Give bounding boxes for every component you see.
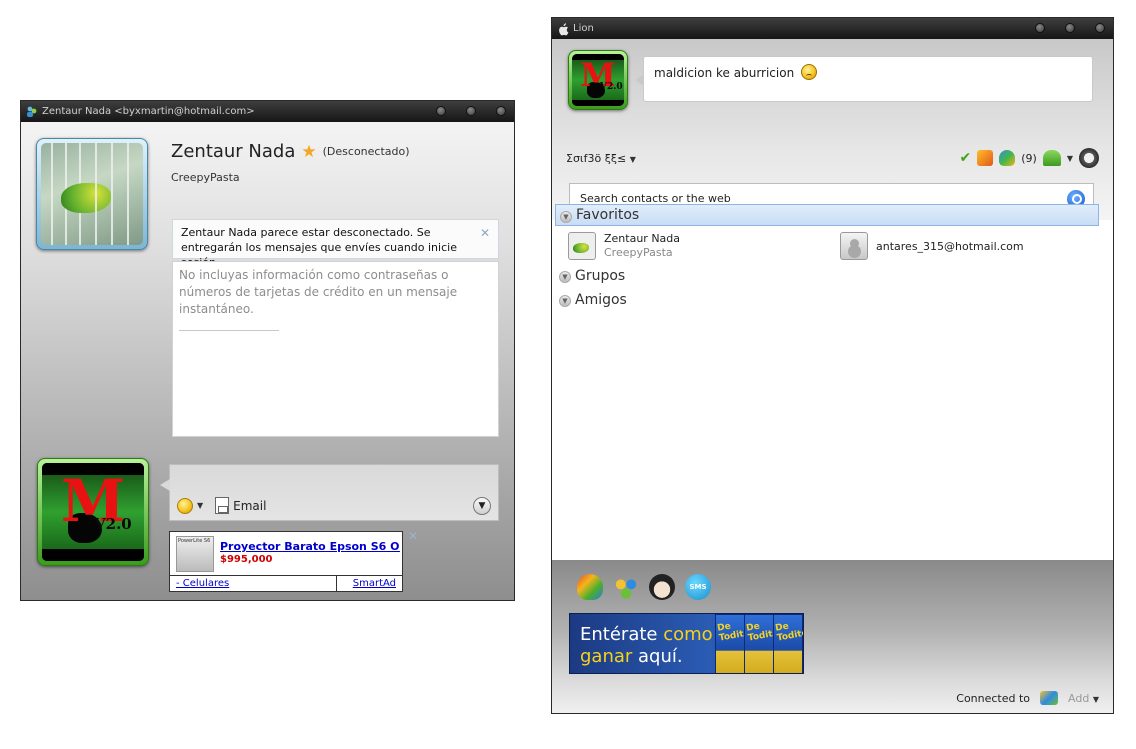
add-contact-icon[interactable]: [1042, 150, 1061, 166]
connection-status: Connected to Add ▼: [956, 691, 1099, 705]
avatar-face-icon[interactable]: [649, 574, 675, 600]
banner-line2-b: aquí.: [638, 646, 683, 667]
group-amigos[interactable]: ▼ Amigos: [555, 289, 1099, 311]
group-favoritos[interactable]: ▼ Favoritos: [555, 204, 1099, 226]
status-name-menu[interactable]: Σσιf3ö ξξ≤ ▼: [566, 152, 636, 165]
refresh-icon[interactable]: [1079, 148, 1099, 168]
ad-close-icon[interactable]: ✕: [408, 529, 418, 543]
close-icon[interactable]: ✕: [480, 226, 490, 241]
minimize-button[interactable]: [1035, 23, 1045, 33]
avatar-version: V2.0: [94, 515, 132, 533]
contact-item-antares[interactable]: antares_315@hotmail.com: [840, 232, 1024, 260]
contact-item-zentaur[interactable]: Zentaur Nada CreepyPasta: [568, 232, 680, 260]
m-logo-picture: M V2.0: [42, 463, 144, 561]
contact-status: (Desconectado): [322, 145, 410, 158]
close-button[interactable]: [1095, 23, 1105, 33]
conversation-title: Zentaur Nada <byxmartin@hotmail.com>: [42, 106, 255, 117]
email-button-label[interactable]: Email: [233, 499, 266, 513]
promo-banner[interactable]: Entérate como ganar aquí. De Todito De T…: [569, 613, 804, 674]
banner-line1-b: como: [663, 624, 713, 645]
contact-list-title: Lion: [573, 23, 594, 34]
conversation-window: Zentaur Nada <byxmartin@hotmail.com> Zen…: [20, 100, 515, 601]
display-name: Σσιf3ö ξξ≤: [566, 152, 627, 165]
personal-message: maldicion ke aburricion: [654, 66, 795, 80]
sad-face-icon: [801, 64, 818, 80]
chevron-down-icon[interactable]: ▼: [197, 501, 203, 510]
sms-icon[interactable]: SMS: [685, 574, 711, 600]
network-icon[interactable]: [1040, 691, 1059, 705]
spaces-icon[interactable]: [613, 574, 639, 600]
add-button[interactable]: Add ▼: [1068, 692, 1099, 705]
projector-thumbnail: PowerLite S6: [176, 536, 214, 572]
ad-footer: - Celulares SmartAd: [170, 575, 402, 591]
snack-bag-image: De Todito: [744, 614, 780, 673]
group-label: Amigos: [575, 292, 627, 308]
maximize-button[interactable]: [466, 106, 476, 116]
contact-name: antares_315@hotmail.com: [876, 239, 1024, 253]
chevron-down-icon[interactable]: ▼: [559, 271, 571, 283]
snack-bag-image: De Todito: [773, 614, 803, 673]
contact-list-titlebar[interactable]: Lion: [552, 18, 1113, 39]
ad-title-link[interactable]: Proyector Barato Epson S6 O Ex...: [220, 540, 400, 553]
conversation-titlebar[interactable]: Zentaur Nada <byxmartin@hotmail.com>: [21, 101, 514, 122]
my-display-picture[interactable]: M V2.0: [37, 458, 149, 566]
security-warning: No incluyas información como contraseñas…: [179, 268, 458, 316]
close-button[interactable]: [496, 106, 506, 116]
profile-header: M V2.0 maldicion ke aburricion Σσιf3ö ξξ…: [552, 39, 1113, 220]
group-grupos[interactable]: ▼ Grupos: [555, 265, 1099, 287]
email-count[interactable]: (9): [1021, 152, 1037, 165]
star-icon[interactable]: ★: [301, 142, 316, 162]
default-user-avatar-icon: [840, 232, 868, 260]
banner-line2-a: ganar: [580, 646, 633, 667]
message-compose-area[interactable]: ▼ Email ▼: [160, 464, 499, 521]
banner-text: Entérate como ganar aquí.: [580, 624, 713, 668]
contact-personal-message: CreepyPasta: [171, 171, 240, 184]
m-logo-picture: M V2.0: [572, 54, 624, 106]
contact-psm: CreepyPasta: [604, 246, 673, 259]
contact-list-window: Lion M V2.0 maldicion ke aburricion Σσιf…: [551, 17, 1114, 714]
msn-butterfly-icon[interactable]: [999, 150, 1016, 166]
email-icon[interactable]: [215, 497, 230, 514]
contact-name: Zentaur Nada: [171, 141, 296, 162]
snack-bag-image: De Todito: [715, 614, 751, 673]
chevron-down-icon[interactable]: ▼: [1067, 154, 1073, 163]
compose-toolbar: ▼ Email: [177, 497, 266, 514]
contact-name: Zentaur Nada: [604, 232, 681, 245]
group-label: Favoritos: [576, 207, 640, 223]
history-divider: [179, 330, 279, 331]
maximize-button[interactable]: [1065, 23, 1075, 33]
contact-list-footer: SMS Entérate como ganar aquí. De Todito …: [552, 560, 1113, 713]
emoticon-icon[interactable]: [177, 497, 193, 514]
chevron-down-icon[interactable]: ▼: [559, 295, 571, 307]
contact-text: Zentaur Nada CreepyPasta: [604, 232, 680, 260]
contact-text: antares_315@hotmail.com: [876, 239, 1024, 254]
avatar-version: V2.0: [600, 82, 623, 92]
chevron-down-icon[interactable]: ▼: [560, 211, 572, 223]
check-icon[interactable]: ✔: [960, 150, 972, 166]
contact-avatar: [568, 232, 596, 260]
conversation-history: No incluyas información como contraseñas…: [172, 261, 499, 437]
contact-header: Zentaur Nada ★ (Desconectado): [171, 141, 410, 162]
minimize-button[interactable]: [436, 106, 446, 116]
my-display-picture[interactable]: M V2.0: [568, 50, 628, 110]
app-launcher-bar: SMS: [577, 574, 711, 600]
personal-message-box[interactable]: maldicion ke aburricion: [635, 56, 1093, 102]
offline-notice: Zentaur Nada parece estar desconectado. …: [172, 219, 499, 269]
ad-price: $995,000: [220, 554, 273, 565]
ad-category-link[interactable]: - Celulares: [176, 578, 229, 589]
parrot-picture: [41, 143, 143, 245]
advertisement[interactable]: PowerLite S6 Proyector Barato Epson S6 O…: [169, 531, 403, 592]
messenger-buddy-icon: [26, 106, 38, 118]
quick-toolbar: ✔ (9) ▼: [960, 148, 1099, 168]
smartad-link[interactable]: SmartAd: [353, 578, 396, 589]
apple-icon: [557, 22, 569, 35]
expand-toolbar-icon[interactable]: ▼: [473, 497, 491, 515]
games-icon[interactable]: [977, 150, 994, 166]
chevron-down-icon: ▼: [629, 155, 636, 164]
banner-line1-a: Entérate: [580, 624, 658, 645]
connected-to-label: Connected to: [956, 691, 1031, 705]
group-label: Grupos: [575, 268, 626, 284]
contact-display-picture[interactable]: [36, 138, 148, 250]
msn-butterfly-icon[interactable]: [577, 574, 603, 600]
